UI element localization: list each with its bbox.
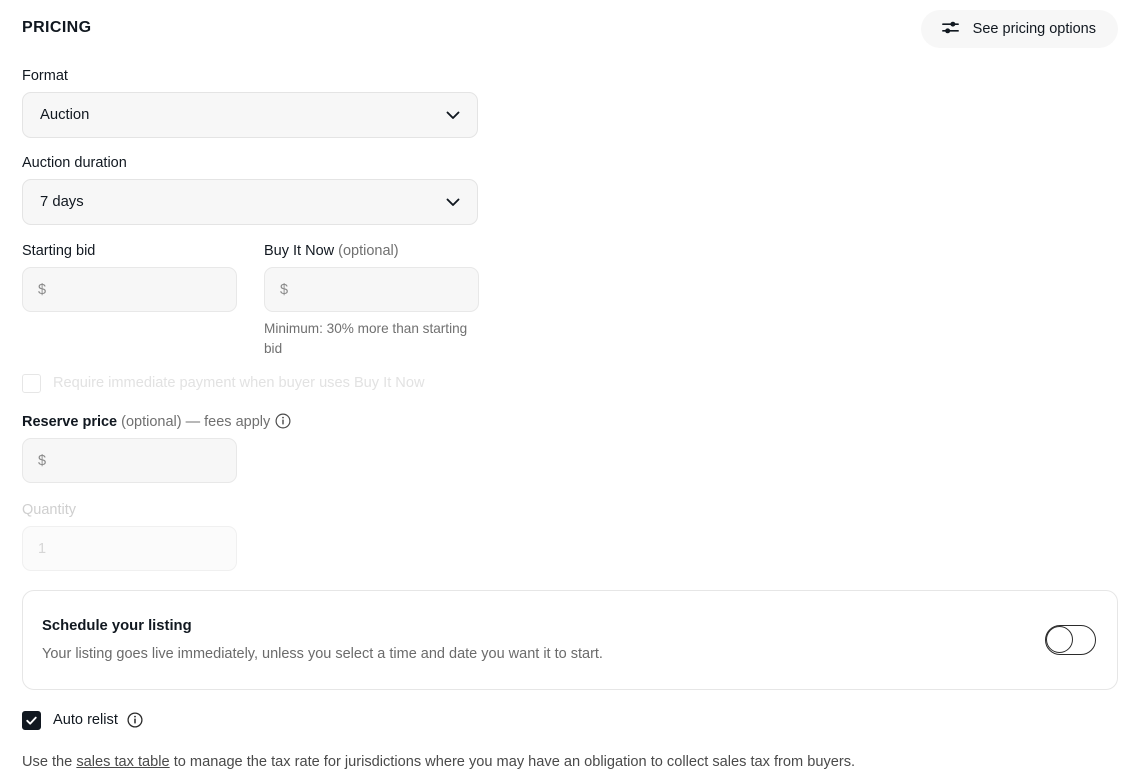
require-immediate-payment-checkbox[interactable] [22, 373, 41, 393]
buy-it-now-optional-text: (optional) [338, 243, 399, 259]
auction-duration-select[interactable]: 7 days [22, 179, 478, 225]
quantity-input: 1 [22, 526, 237, 571]
quantity-field: Quantity 1 [22, 500, 237, 571]
reserve-price-placeholder: $ [38, 452, 47, 469]
format-select[interactable]: Auction [22, 92, 478, 138]
info-icon[interactable] [275, 413, 291, 429]
page-title: PRICING [22, 19, 92, 36]
schedule-listing-title: Schedule your listing [42, 618, 192, 634]
schedule-listing-toggle[interactable] [1045, 625, 1096, 655]
require-immediate-payment-label: Require immediate payment when buyer use… [53, 375, 425, 391]
sliders-icon [941, 18, 960, 41]
sales-tax-note-suffix: to manage the tax rate for jurisdictions… [169, 754, 856, 770]
info-icon[interactable] [127, 712, 143, 728]
auction-duration-field: Auction duration 7 days [22, 153, 478, 225]
reserve-price-label-text: Reserve price [22, 414, 118, 430]
format-field: Format Auction [22, 66, 478, 138]
buy-it-now-input[interactable]: $ [264, 267, 479, 312]
format-value: Auction [40, 107, 90, 123]
buy-it-now-label-text: Buy It Now [264, 243, 335, 259]
require-immediate-payment-row[interactable]: Require immediate payment when buyer use… [22, 373, 425, 393]
reserve-price-input[interactable]: $ [22, 438, 237, 483]
sales-tax-note-prefix: Use the [22, 754, 77, 770]
chevron-down-icon [443, 105, 463, 125]
starting-bid-placeholder: $ [38, 281, 47, 298]
buy-it-now-label: Buy It Now (optional) [264, 241, 479, 261]
schedule-listing-description: Your listing goes live immediately, unle… [42, 646, 603, 662]
auto-relist-row[interactable]: Auto relist [22, 710, 143, 730]
see-pricing-options-label: See pricing options [972, 20, 1096, 37]
auction-duration-label: Auction duration [22, 155, 127, 171]
reserve-price-label: Reserve price (optional) — fees apply [22, 412, 291, 432]
starting-bid-label: Starting bid [22, 243, 96, 259]
schedule-listing-card: Schedule your listing Your listing goes … [22, 590, 1118, 690]
quantity-value: 1 [38, 540, 47, 557]
auto-relist-label: Auto relist [53, 712, 118, 728]
starting-bid-input[interactable]: $ [22, 267, 237, 312]
sales-tax-table-link[interactable]: sales tax table [76, 754, 169, 770]
reserve-price-suffix-text: (optional) — fees apply [121, 414, 271, 430]
buy-it-now-helper-text: Minimum: 30% more than starting bid [264, 321, 468, 356]
toggle-knob [1046, 626, 1073, 653]
see-pricing-options-button[interactable]: See pricing options [920, 10, 1118, 48]
buy-it-now-field: Buy It Now (optional) $ Minimum: 30% more… [264, 241, 479, 359]
chevron-down-icon [443, 192, 463, 212]
format-label: Format [22, 68, 68, 84]
sales-tax-note: Use the sales tax table to manage the ta… [22, 752, 855, 772]
reserve-price-field: Reserve price (optional) — fees apply $ [22, 412, 291, 483]
quantity-label: Quantity [22, 502, 76, 518]
buy-it-now-placeholder: $ [280, 281, 289, 298]
starting-bid-field: Starting bid $ [22, 241, 237, 312]
auto-relist-checkbox[interactable] [22, 710, 41, 730]
auction-duration-value: 7 days [40, 194, 84, 210]
pricing-page: PRICING See pricing options Format Aucti… [0, 0, 1136, 782]
